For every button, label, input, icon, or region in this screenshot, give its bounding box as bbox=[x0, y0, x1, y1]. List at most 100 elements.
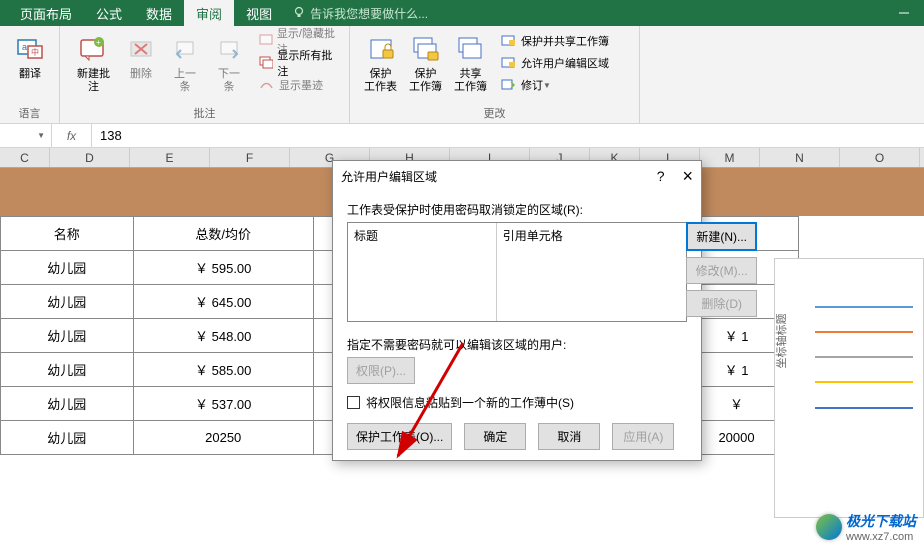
apply-button[interactable]: 应用(A) bbox=[612, 423, 674, 450]
protect-workbook-button[interactable]: 保护 工作簿 bbox=[403, 30, 448, 102]
modify-range-button[interactable]: 修改(M)... bbox=[686, 257, 757, 284]
new-comment-icon: + bbox=[77, 34, 109, 66]
watermark-text: 极光下载站 bbox=[846, 511, 916, 531]
table-header[interactable]: 名称 bbox=[1, 217, 134, 251]
prev-comment-button[interactable]: 上一条 bbox=[163, 30, 207, 102]
tab-review[interactable]: 审阅 bbox=[184, 0, 234, 27]
cancel-button[interactable]: 取消 bbox=[538, 423, 600, 450]
fx-label[interactable]: fx bbox=[52, 124, 92, 147]
prev-icon bbox=[169, 34, 201, 66]
svg-text:+: + bbox=[96, 38, 101, 47]
col-header[interactable]: E bbox=[130, 148, 210, 167]
ok-button[interactable]: 确定 bbox=[464, 423, 526, 450]
dialog-help-button[interactable]: ? bbox=[657, 168, 665, 184]
col-header[interactable]: F bbox=[210, 148, 290, 167]
col-header[interactable]: N bbox=[760, 148, 840, 167]
chart-panel[interactable]: 坐标轴标题 bbox=[774, 258, 924, 518]
watermark: 极光下载站 www.xz7.com bbox=[816, 511, 916, 543]
col-header[interactable]: D bbox=[50, 148, 130, 167]
protect-sheet-label: 保护 工作表 bbox=[364, 68, 397, 94]
table-cell[interactable]: 幼儿园 bbox=[1, 387, 134, 421]
delete-comment-button[interactable]: 删除 bbox=[119, 30, 163, 102]
next-comment-label: 下一条 bbox=[213, 68, 245, 94]
window-minimize[interactable] bbox=[884, 0, 924, 25]
translate-button[interactable]: a中 翻译 bbox=[8, 30, 52, 102]
table-cell[interactable]: 幼儿园 bbox=[1, 251, 134, 285]
table-cell[interactable]: ￥ 537.00 bbox=[133, 387, 313, 421]
table-cell[interactable]: ￥ 548.00 bbox=[133, 319, 313, 353]
svg-text:中: 中 bbox=[31, 47, 39, 57]
protect-share-button[interactable]: 保护并共享工作簿 bbox=[497, 30, 613, 52]
group-changes-label: 更改 bbox=[350, 105, 639, 121]
protect-workbook-icon bbox=[410, 34, 442, 66]
translate-label: 翻译 bbox=[19, 68, 41, 81]
show-ink-button[interactable]: 显示墨迹 bbox=[255, 74, 341, 96]
name-box[interactable]: ▼ bbox=[0, 124, 52, 147]
ranges-col-title: 标题 bbox=[348, 223, 497, 321]
ribbon: a中 翻译 语言 + 新建批注 删除 上一条 下一条 显示/隐藏批注 bbox=[0, 26, 924, 124]
protect-sheet-button[interactable]: 保护 工作表 bbox=[358, 30, 403, 102]
delete-range-button[interactable]: 删除(D) bbox=[686, 290, 757, 317]
tab-formulas[interactable]: 公式 bbox=[84, 0, 134, 27]
users-label: 指定不需要密码就可以编辑该区域的用户: bbox=[347, 336, 687, 353]
table-cell[interactable]: 幼儿园 bbox=[1, 421, 134, 455]
table-cell[interactable]: 幼儿园 bbox=[1, 319, 134, 353]
next-icon bbox=[213, 34, 245, 66]
next-comment-button[interactable]: 下一条 bbox=[207, 30, 251, 102]
translate-icon: a中 bbox=[14, 34, 46, 66]
ink-icon bbox=[259, 78, 275, 92]
share-icon bbox=[455, 34, 487, 66]
new-comment-button[interactable]: + 新建批注 bbox=[68, 30, 119, 102]
formula-input[interactable] bbox=[92, 126, 924, 145]
track-icon bbox=[501, 78, 517, 92]
col-header[interactable]: M bbox=[700, 148, 760, 167]
comment-icon bbox=[259, 34, 273, 48]
ribbon-tabs: 页面布局 公式 数据 审阅 视图 告诉我您想要做什么... bbox=[0, 0, 924, 26]
track-changes-button[interactable]: 修订 ▼ bbox=[497, 74, 613, 96]
delete-icon bbox=[125, 34, 157, 66]
protect-sheet-icon bbox=[365, 34, 397, 66]
share-workbook-button[interactable]: 共享 工作簿 bbox=[448, 30, 493, 102]
lock-share-icon bbox=[501, 34, 517, 48]
tab-data[interactable]: 数据 bbox=[134, 0, 184, 27]
tell-me-text: 告诉我您想要做什么... bbox=[310, 5, 428, 22]
chart-y-axis-label: 坐标轴标题 bbox=[773, 314, 789, 369]
show-hide-comment-button[interactable]: 显示/隐藏批注 bbox=[255, 30, 341, 52]
watermark-logo-icon bbox=[816, 514, 842, 540]
new-range-button[interactable]: 新建(N)... bbox=[686, 222, 757, 251]
table-cell[interactable]: 20250 bbox=[133, 421, 313, 455]
table-cell[interactable]: ￥ 645.00 bbox=[133, 285, 313, 319]
allow-edit-ranges-button[interactable]: 允许用户编辑区域 bbox=[497, 52, 613, 74]
group-comments-label: 批注 bbox=[60, 105, 349, 121]
table-cell[interactable]: ￥ 585.00 bbox=[133, 353, 313, 387]
tab-view[interactable]: 视图 bbox=[234, 0, 284, 27]
allow-edit-ranges-dialog: 允许用户编辑区域 ? × 工作表受保护时使用密码取消锁定的区域(R): 标题 引… bbox=[332, 160, 702, 461]
protect-workbook-label: 保护 工作簿 bbox=[409, 68, 442, 94]
table-cell[interactable]: 幼儿园 bbox=[1, 353, 134, 387]
col-header[interactable]: C bbox=[0, 148, 50, 167]
prev-comment-label: 上一条 bbox=[169, 68, 201, 94]
ranges-subtitle: 工作表受保护时使用密码取消锁定的区域(R): bbox=[347, 201, 687, 218]
allow-edit-icon bbox=[501, 56, 517, 70]
chart-plot bbox=[815, 289, 913, 457]
table-cell[interactable]: ￥ 595.00 bbox=[133, 251, 313, 285]
ranges-col-ref: 引用单元格 bbox=[497, 223, 686, 321]
tell-me-box[interactable]: 告诉我您想要做什么... bbox=[292, 5, 428, 22]
table-header[interactable]: 总数/均价 bbox=[133, 217, 313, 251]
checkbox-icon bbox=[347, 396, 360, 409]
group-language-label: 语言 bbox=[0, 105, 59, 121]
ranges-list[interactable]: 标题 引用单元格 bbox=[347, 222, 687, 322]
formula-bar: ▼ fx bbox=[0, 124, 924, 148]
dialog-title: 允许用户编辑区域 bbox=[341, 168, 437, 185]
watermark-url: www.xz7.com bbox=[846, 531, 916, 543]
delete-comment-label: 删除 bbox=[130, 68, 152, 81]
tab-page-layout[interactable]: 页面布局 bbox=[8, 0, 84, 27]
col-header[interactable]: O bbox=[840, 148, 920, 167]
dialog-close-button[interactable]: × bbox=[682, 166, 693, 187]
paste-perms-checkbox[interactable]: 将权限信息粘贴到一个新的工作薄中(S) bbox=[347, 394, 687, 411]
permissions-button[interactable]: 权限(P)... bbox=[347, 357, 415, 384]
table-cell[interactable]: 幼儿园 bbox=[1, 285, 134, 319]
share-workbook-label: 共享 工作簿 bbox=[454, 68, 487, 94]
comments-icon bbox=[259, 56, 273, 70]
protect-sheet-dialog-button[interactable]: 保护工作表(O)... bbox=[347, 423, 452, 450]
